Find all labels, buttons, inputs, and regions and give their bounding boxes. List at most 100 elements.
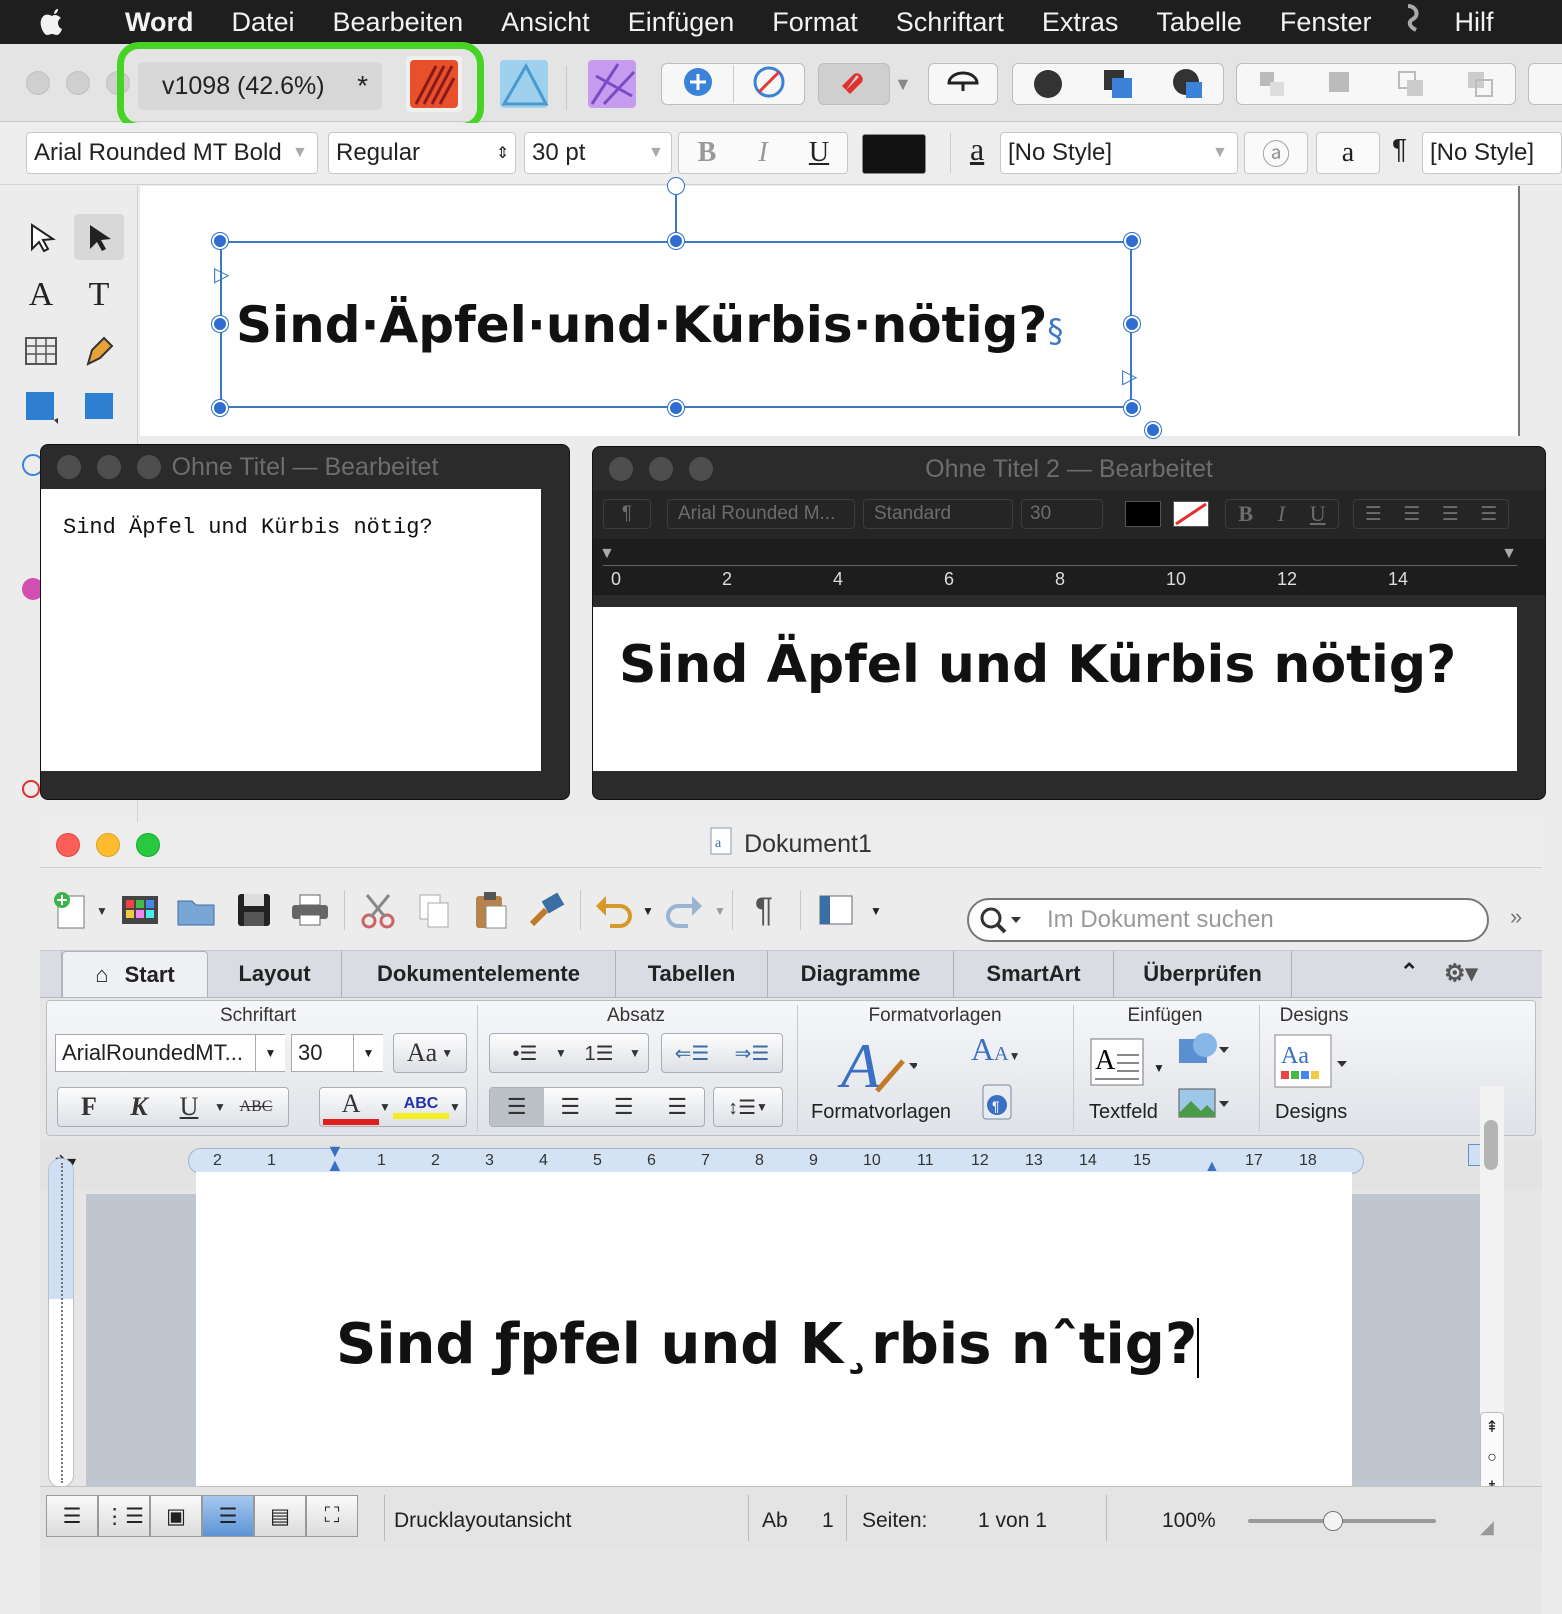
frame-text-tool-icon[interactable]: T (74, 272, 124, 318)
font-size-field[interactable]: 30 pt ▼ (524, 132, 672, 174)
zoom-slider-knob[interactable] (1322, 1511, 1343, 1531)
pen-tool-icon[interactable] (74, 328, 124, 374)
handle-top-right[interactable] (1124, 233, 1140, 249)
menu-datei[interactable]: Datei (213, 7, 314, 38)
clear-character-style-button[interactable]: ⓐ (1244, 132, 1308, 174)
photo-persona-icon[interactable] (584, 56, 640, 112)
document-text[interactable]: Sind ƒpfel und K¸rbis nˆtig? (336, 1312, 1200, 1378)
flower-add-icon[interactable] (663, 64, 733, 105)
frame-text-content[interactable]: Sind·Äpfel·und·Kürbis·nötig?§ (236, 296, 1063, 354)
tab-tabellen[interactable]: Tabellen (616, 951, 768, 997)
text-effects-icon[interactable]: AA▼ (971, 1031, 1031, 1071)
search-icon[interactable] (977, 904, 1035, 936)
italic-button[interactable]: K (114, 1092, 164, 1122)
redo-icon[interactable] (662, 888, 706, 932)
menu-schriftart[interactable]: Schriftart (877, 7, 1023, 38)
save-icon[interactable] (232, 888, 276, 932)
undo-icon[interactable] (592, 888, 636, 932)
script-menu-icon[interactable] (1390, 3, 1436, 41)
collapse-ribbon-icon[interactable]: ⌃ (1400, 959, 1418, 985)
handle-bottom-center[interactable] (668, 400, 684, 416)
chevron-down-icon[interactable]: ▼ (214, 1100, 230, 1115)
strikethrough-button[interactable]: ABC (230, 1098, 282, 1116)
document-search-input[interactable]: Im Dokument suchen (967, 898, 1489, 942)
highlight-button[interactable]: ABC (393, 1095, 449, 1119)
artistic-text-tool-icon[interactable]: A (16, 272, 66, 318)
align-center-icon[interactable]: ☰ (544, 1094, 598, 1120)
flower-remove-icon[interactable] (734, 64, 804, 105)
handle-bottom-right[interactable] (1124, 400, 1140, 416)
ribbon-font-name-field[interactable]: ArialRoundedMT... (55, 1034, 285, 1072)
underline-button[interactable]: U (1310, 501, 1326, 527)
vertical-ruler[interactable] (48, 1158, 74, 1488)
table-tool-icon[interactable] (16, 328, 66, 374)
previous-page-icon[interactable]: ⇞ (1481, 1413, 1503, 1443)
handle-top-left[interactable] (212, 233, 228, 249)
chevron-down-icon[interactable]: ▼ (96, 904, 108, 918)
chevron-down-icon[interactable]: ▼ (379, 1100, 393, 1114)
justify-icon[interactable]: ☰ (1480, 503, 1497, 526)
font-family-field[interactable]: Arial Rounded MT Bold ▼ (26, 132, 318, 174)
align-right-icon[interactable]: ☰ (1442, 503, 1459, 526)
toolbar-overflow-icon[interactable]: » (1510, 904, 1522, 930)
print-icon[interactable] (288, 888, 332, 932)
close-light[interactable] (26, 71, 50, 95)
open-folder-icon[interactable] (174, 888, 218, 932)
rotation-handle[interactable] (668, 178, 684, 194)
back-icon[interactable] (1307, 66, 1377, 102)
menu-tabelle[interactable]: Tabelle (1137, 7, 1261, 38)
change-case-button[interactable]: Aa ▼ (393, 1033, 467, 1073)
text-in-port-icon[interactable]: ▷ (214, 262, 229, 287)
close-light[interactable] (57, 455, 81, 479)
text-color-swatch[interactable] (862, 134, 926, 174)
chevron-down-icon[interactable]: ▼ (1153, 1061, 1165, 1075)
align-right-icon[interactable]: ☰ (597, 1094, 651, 1120)
styles-gallery-icon[interactable]: A (837, 1027, 919, 1101)
square-shape-icon[interactable] (1083, 66, 1153, 102)
tab-smartart[interactable]: SmartArt (954, 951, 1114, 997)
right-indent-marker-icon[interactable]: ▼ (1501, 545, 1517, 563)
browse-object-icon[interactable]: ○ (1481, 1443, 1503, 1473)
font-family-popup[interactable]: Arial Rounded M... (667, 499, 855, 529)
notebook-view-icon[interactable]: ▤ (254, 1495, 306, 1537)
cut-icon[interactable] (356, 888, 400, 932)
paragraph-styles-popup[interactable]: ¶ (603, 499, 651, 529)
publishing-view-icon[interactable]: ▣ (150, 1495, 202, 1537)
scrollbar-thumb[interactable] (1484, 1120, 1498, 1170)
sidebar-view-icon[interactable] (814, 888, 858, 932)
paragraph-style-field[interactable]: [No Style] (1422, 132, 1562, 174)
numbered-list-icon[interactable]: 1☰ (569, 1041, 629, 1066)
align-left-icon[interactable]: ☰ (1365, 503, 1382, 526)
left-tab-marker-icon[interactable]: ▼ (599, 545, 615, 563)
focus-view-icon[interactable]: ⛶ (306, 1495, 358, 1537)
minimize-light[interactable] (66, 71, 90, 95)
chevron-down-icon[interactable]: ▼ (555, 1046, 569, 1060)
zoom-slider[interactable] (1248, 1511, 1436, 1531)
show-formatting-icon[interactable]: ¶ (742, 888, 786, 932)
paste-icon[interactable] (468, 888, 512, 932)
apple-icon[interactable] (38, 5, 76, 39)
textbox-icon[interactable]: A (1087, 1035, 1147, 1091)
background-color-well[interactable] (1173, 501, 1209, 527)
node-tool-icon[interactable] (16, 214, 66, 260)
style-inspector-icon[interactable]: ¶ (979, 1083, 1019, 1123)
underline-button[interactable]: U (164, 1092, 214, 1122)
text-ruler[interactable]: ▼ ▼ 0 2 4 6 8 10 12 14 (593, 539, 1545, 595)
minimize-button[interactable] (96, 833, 120, 857)
character-style-field[interactable]: [No Style] ▼ (1000, 132, 1238, 174)
chevron-down-icon[interactable]: ▼ (714, 904, 726, 918)
menu-extras[interactable]: Extras (1023, 7, 1138, 38)
decrease-indent-icon[interactable]: ⇐☰ (662, 1041, 722, 1066)
first-line-indent-icon[interactable]: ▼ ▲ (326, 1142, 344, 1174)
back-one-icon[interactable] (1237, 66, 1307, 102)
menu-hilfe[interactable]: Hilf (1436, 7, 1512, 38)
chevron-down-icon[interactable]: ▼ (353, 1035, 383, 1071)
italic-button[interactable]: I (1278, 501, 1285, 527)
align-left-icon[interactable]: ☰ (490, 1088, 544, 1126)
move-tool-icon[interactable] (74, 214, 124, 260)
menu-format[interactable]: Format (753, 7, 877, 38)
snapping-button[interactable] (818, 63, 890, 105)
font-size-popup[interactable]: 30 (1021, 499, 1103, 529)
menu-fenster[interactable]: Fenster (1261, 7, 1391, 38)
designer-persona-icon[interactable] (496, 56, 552, 112)
